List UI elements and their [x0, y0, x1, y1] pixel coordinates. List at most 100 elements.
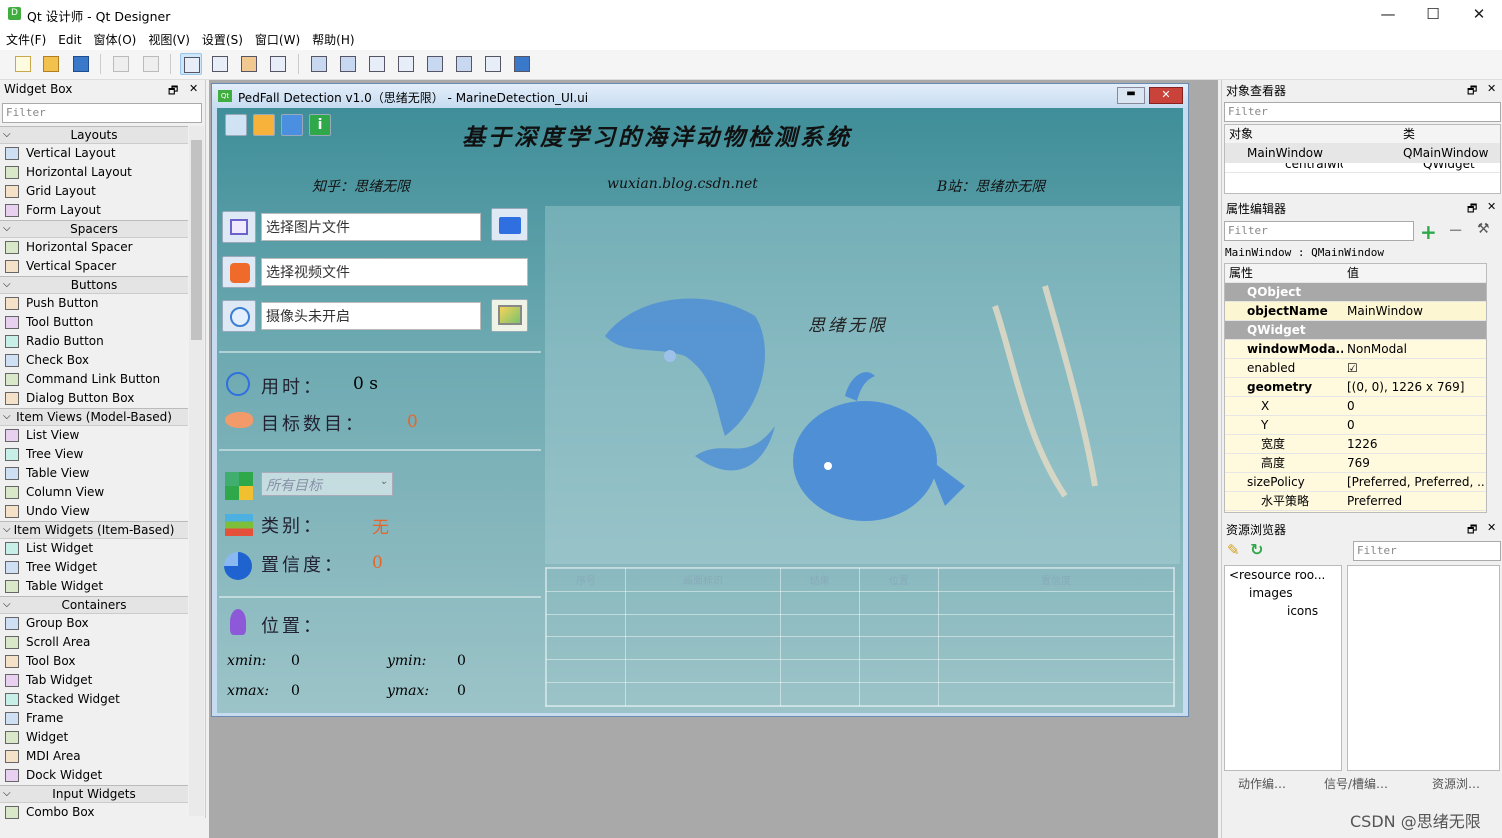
menu-help[interactable]: 帮助(H) — [306, 28, 360, 51]
widget-filter-input[interactable]: Filter — [2, 103, 202, 123]
close-icon[interactable]: ✕ — [1487, 82, 1496, 95]
property-value[interactable]: [(0, 0), 1226 x 769] — [1345, 378, 1464, 396]
property-row[interactable]: 垂直策略Preferred — [1225, 511, 1486, 512]
widget-item[interactable]: Tool Box — [0, 652, 188, 671]
layout-form-icon[interactable] — [453, 53, 475, 75]
table-header[interactable]: 画面标识 — [625, 568, 781, 592]
edit-tab-order-icon[interactable] — [267, 53, 289, 75]
menu-settings[interactable]: 设置(S) — [196, 28, 249, 51]
model-button[interactable] — [491, 299, 528, 332]
video-file-button[interactable] — [222, 256, 256, 288]
widget-category[interactable]: ⌵ Item Widgets (Item-Based) — [0, 521, 188, 539]
close-icon[interactable]: ✕ — [1487, 521, 1496, 534]
menu-file[interactable]: 文件(F) — [0, 28, 52, 51]
image-file-button[interactable] — [222, 211, 256, 243]
property-value[interactable]: MainWindow — [1345, 302, 1423, 320]
float-icon[interactable]: 🗗 — [1467, 521, 1477, 540]
target-combo-box[interactable]: 所有目标 ⌄ — [261, 472, 393, 496]
new-file-icon[interactable] — [12, 53, 34, 75]
widget-item[interactable]: Column View — [0, 483, 188, 502]
widget-item[interactable]: Stacked Widget — [0, 690, 188, 709]
property-row[interactable]: 水平策略 Preferred — [1225, 492, 1486, 511]
object-tree[interactable]: 对象 类 MainWindow QMainWindow centralwidget Q… — [1224, 124, 1501, 194]
object-filter-input[interactable]: Filter — [1224, 102, 1501, 122]
property-row[interactable]: enabled ☑ — [1225, 359, 1486, 378]
property-row[interactable]: geometry [(0, 0), 1226 x 769] — [1225, 378, 1486, 397]
open-folder-icon[interactable] — [40, 53, 62, 75]
property-section[interactable]: QObject — [1225, 283, 1486, 302]
widget-category[interactable]: ⌵ Spacers — [0, 220, 188, 238]
tab-resource-browser[interactable]: 资源浏… — [1432, 775, 1480, 792]
form-close-button[interactable]: ✕ — [1149, 87, 1183, 104]
resource-images[interactable]: images — [1229, 586, 1337, 604]
widget-category[interactable]: ⌵ Layouts — [0, 126, 188, 144]
widget-item[interactable]: Widget — [0, 728, 188, 747]
minimize-button[interactable]: — — [1368, 3, 1408, 25]
property-row[interactable]: 宽度 1226 — [1225, 435, 1486, 454]
table-row[interactable] — [545, 659, 1174, 684]
close-icon[interactable]: ✕ — [1487, 200, 1496, 213]
widget-category[interactable]: ⌵ Item Views (Model-Based) — [0, 408, 188, 426]
property-table[interactable]: 属性 值 QObject objectName MainWindow QWidget wi… — [1224, 263, 1487, 513]
widget-item[interactable]: Tab Widget — [0, 671, 188, 690]
property-value[interactable]: [Preferred, Preferred, ... — [1345, 473, 1486, 491]
settings-icon[interactable] — [253, 114, 275, 136]
adjust-size-icon[interactable] — [511, 53, 533, 75]
property-row[interactable]: X0 — [1225, 397, 1486, 416]
widget-category[interactable]: ⌵ Containers — [0, 596, 188, 614]
edit-signals-icon[interactable] — [209, 53, 231, 75]
tab-action-editor[interactable]: 动作编… — [1238, 775, 1286, 792]
form-minimize-button[interactable]: ▬ — [1117, 87, 1145, 104]
resource-root[interactable]: <resource roo... — [1229, 568, 1337, 586]
layout-h-splitter-icon[interactable] — [366, 53, 388, 75]
property-value[interactable]: ☑ — [1345, 359, 1358, 377]
save-result-icon[interactable] — [225, 114, 247, 136]
widget-item[interactable]: Table Widget — [0, 577, 188, 596]
property-value[interactable]: Preferred — [1345, 492, 1402, 510]
table-row[interactable] — [545, 590, 1174, 615]
menu-window[interactable]: 窗口(W) — [249, 28, 306, 51]
widget-item[interactable]: Push Button — [0, 294, 188, 313]
video-path-field[interactable]: 选择视频文件 — [261, 258, 528, 286]
property-value[interactable]: NonModal — [1345, 340, 1407, 358]
property-value[interactable]: 0 — [1345, 416, 1355, 434]
save-icon[interactable] — [70, 53, 92, 75]
object-mainwindow[interactable]: MainWindow — [1225, 144, 1343, 162]
widget-item[interactable]: Combo Box — [0, 803, 188, 822]
wrench-icon[interactable]: ⚒ — [1477, 221, 1490, 237]
close-button[interactable]: ✕ — [1459, 3, 1499, 25]
widget-item[interactable]: Scroll Area — [0, 633, 188, 652]
menu-edit[interactable]: Edit — [52, 30, 87, 50]
widget-item[interactable]: MDI Area — [0, 747, 188, 766]
widget-item[interactable]: Frame — [0, 709, 188, 728]
widget-item[interactable]: Grid Layout — [0, 182, 188, 201]
table-header[interactable]: 结果 — [779, 568, 860, 592]
widget-item[interactable]: Group Box — [0, 614, 188, 633]
camera-status-field[interactable]: 摄像头未开启 — [261, 302, 481, 330]
property-value[interactable]: 769 — [1345, 454, 1370, 472]
widget-item[interactable]: Radio Button — [0, 332, 188, 351]
remove-property-icon[interactable]: − — [1448, 220, 1463, 241]
property-value[interactable]: 0 — [1345, 397, 1355, 415]
property-value[interactable]: Preferred — [1345, 511, 1402, 512]
float-icon[interactable]: 🗗 — [1467, 200, 1477, 219]
copy-icon[interactable] — [110, 53, 132, 75]
property-row[interactable]: 高度 769 — [1225, 454, 1486, 473]
widget-item[interactable]: Tool Button — [0, 313, 188, 332]
widget-category[interactable]: ⌵ Input Widgets — [0, 785, 188, 803]
widget-category[interactable]: ⌵ Buttons — [0, 276, 188, 294]
widget-item[interactable]: Tree View — [0, 445, 188, 464]
object-centralwidget[interactable]: centralwidget — [1225, 163, 1343, 172]
add-property-icon[interactable]: + — [1420, 220, 1437, 244]
widget-item[interactable]: Command Link Button — [0, 370, 188, 389]
table-header[interactable]: 位置 — [858, 568, 940, 592]
property-row[interactable]: Y0 — [1225, 416, 1486, 435]
widget-item[interactable]: Table View — [0, 464, 188, 483]
resource-icons[interactable]: icons — [1229, 604, 1337, 622]
edit-buddies-icon[interactable] — [238, 53, 260, 75]
form-window[interactable]: Qt PedFall Detection v1.0（思绪无限） - Marine… — [211, 83, 1189, 717]
widget-item[interactable]: Check Box — [0, 351, 188, 370]
close-icon[interactable]: ✕ — [189, 82, 198, 95]
property-value[interactable]: 1226 — [1345, 435, 1378, 453]
widget-item[interactable]: Horizontal Layout — [0, 163, 188, 182]
